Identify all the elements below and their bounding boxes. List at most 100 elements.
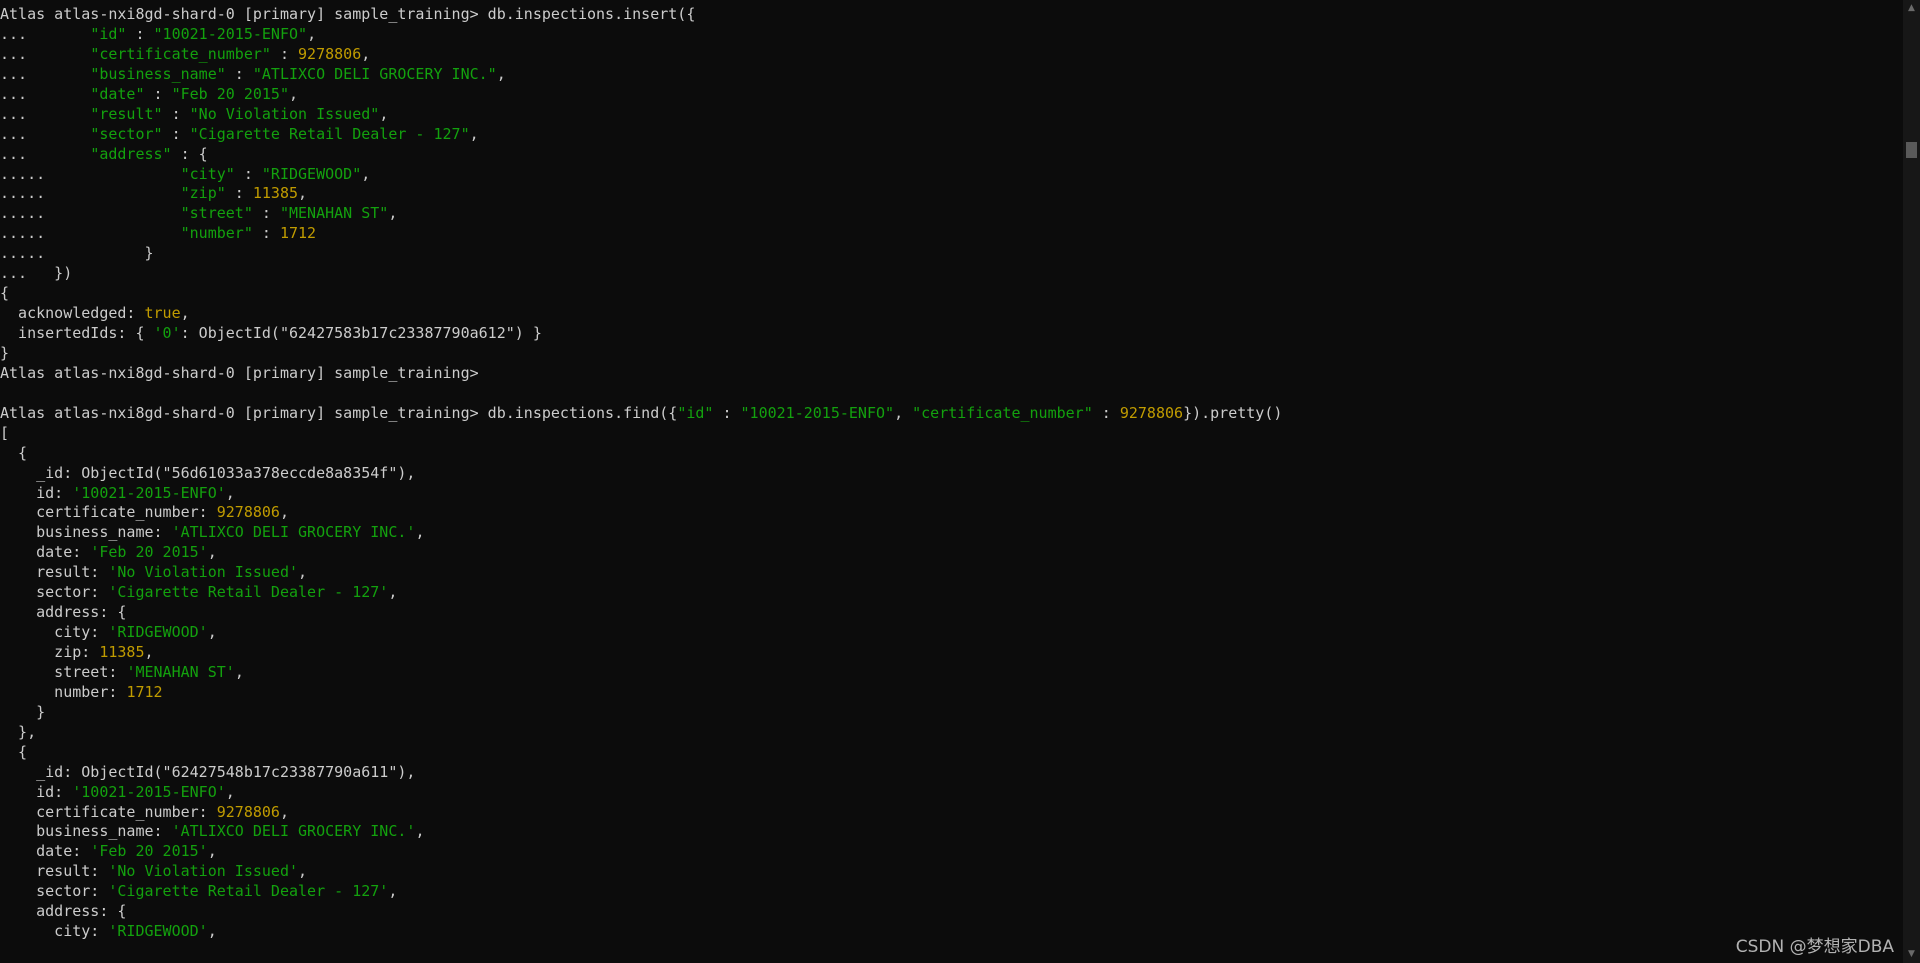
text-token: , bbox=[298, 563, 308, 582]
terminal-line: sector: 'Cigarette Retail Dealer - 127', bbox=[0, 583, 1900, 603]
string-token: "10021-2015-ENFO" bbox=[153, 24, 308, 43]
terminal-line: city: 'RIDGEWOOD', bbox=[0, 922, 1900, 942]
text-token: id: bbox=[0, 782, 73, 801]
text-token: [ bbox=[0, 423, 10, 442]
text-token: ... bbox=[0, 144, 91, 163]
text-token: ... bbox=[0, 104, 91, 123]
vertical-scrollbar[interactable]: ▲ ▼ bbox=[1903, 0, 1920, 963]
text-token: ..... bbox=[0, 164, 181, 183]
text-token: business_name: bbox=[0, 523, 172, 542]
text-token: : bbox=[713, 403, 741, 422]
text-token: : bbox=[144, 84, 172, 103]
text-token: Atlas atlas-nxi8gd-shard-0 [primary] sam… bbox=[0, 363, 479, 382]
string-token: "Feb 20 2015" bbox=[171, 84, 289, 103]
text-token: : bbox=[162, 124, 190, 143]
string-token: 'No Violation Issued' bbox=[108, 563, 299, 582]
text-token: , bbox=[207, 842, 217, 861]
string-token: 'RIDGEWOOD' bbox=[108, 623, 208, 642]
text-token: address: { bbox=[0, 902, 127, 921]
string-token: 'No Violation Issued' bbox=[108, 862, 299, 881]
terminal-line: street: 'MENAHAN ST', bbox=[0, 663, 1900, 683]
terminal-line: address: { bbox=[0, 603, 1900, 623]
scrollbar-thumb[interactable] bbox=[1906, 142, 1917, 158]
terminal-line: ... "address" : { bbox=[0, 145, 1900, 165]
string-token: '10021-2015-ENFO' bbox=[72, 483, 226, 502]
string-token: "business_name" bbox=[90, 64, 226, 83]
scroll-down-arrow-icon[interactable]: ▼ bbox=[1903, 946, 1920, 963]
text-token: certificate_number: bbox=[0, 802, 217, 821]
text-token: , bbox=[388, 882, 398, 901]
text-token: Atlas atlas-nxi8gd-shard-0 [primary] sam… bbox=[0, 5, 696, 23]
terminal-line: ..... "street" : "MENAHAN ST", bbox=[0, 204, 1900, 224]
terminal-output[interactable]: Atlas atlas-nxi8gd-shard-0 [primary] sam… bbox=[0, 5, 1900, 963]
text-token: certificate_number: bbox=[0, 503, 217, 522]
terminal-line: ... "result" : "No Violation Issued", bbox=[0, 105, 1900, 125]
terminal-line: { bbox=[0, 284, 1900, 304]
terminal-line: ... "id" : "10021-2015-ENFO", bbox=[0, 25, 1900, 45]
string-token: "number" bbox=[180, 224, 253, 243]
text-token: zip: bbox=[0, 643, 100, 661]
string-token: 'ATLIXCO DELI GROCERY INC.' bbox=[171, 822, 416, 841]
terminal-line: city: 'RIDGEWOOD', bbox=[0, 623, 1900, 643]
string-token: 'ATLIXCO DELI GROCERY INC.' bbox=[171, 523, 416, 542]
text-token: } bbox=[0, 343, 10, 362]
text-token: , bbox=[496, 64, 506, 83]
text-token: ..... bbox=[0, 204, 181, 223]
text-token: , bbox=[361, 44, 371, 63]
text-token: }, bbox=[0, 722, 37, 741]
string-token: "street" bbox=[180, 204, 253, 223]
string-token: "Cigarette Retail Dealer - 127" bbox=[189, 124, 470, 143]
text-token: : bbox=[162, 104, 190, 123]
string-token: "address" bbox=[90, 144, 172, 163]
terminal-line: } bbox=[0, 344, 1900, 364]
number-token: 9278806 bbox=[298, 44, 362, 63]
text-token: Atlas atlas-nxi8gd-shard-0 [primary] sam… bbox=[0, 403, 678, 422]
text-token: _id: ObjectId("56d61033a378eccde8a8354f"… bbox=[0, 463, 416, 482]
terminal-line: { bbox=[0, 743, 1900, 763]
text-token: street: bbox=[0, 662, 127, 681]
terminal-line: result: 'No Violation Issued', bbox=[0, 563, 1900, 583]
terminal-line: ... "date" : "Feb 20 2015", bbox=[0, 85, 1900, 105]
terminal-line: ..... } bbox=[0, 244, 1900, 264]
number-token: 11385 bbox=[252, 184, 299, 203]
terminal-line: business_name: 'ATLIXCO DELI GROCERY INC… bbox=[0, 523, 1900, 543]
string-token: "ATLIXCO DELI GROCERY INC." bbox=[252, 64, 497, 83]
terminal-line: insertedIds: { '0': ObjectId("62427583b1… bbox=[0, 324, 1900, 344]
text-token: , bbox=[225, 483, 235, 502]
terminal-line: }, bbox=[0, 723, 1900, 743]
text-token: : bbox=[252, 224, 280, 243]
text-token: , bbox=[279, 503, 289, 522]
string-token: "date" bbox=[90, 84, 145, 103]
text-token: , bbox=[388, 204, 398, 223]
number-token: 9278806 bbox=[216, 802, 280, 821]
text-token: } bbox=[0, 702, 46, 721]
number-token: 1712 bbox=[126, 682, 163, 701]
string-token: 'RIDGEWOOD' bbox=[108, 922, 208, 941]
text-token: , bbox=[415, 523, 425, 542]
text-token: , bbox=[180, 304, 190, 323]
string-token: '10021-2015-ENFO' bbox=[72, 782, 226, 801]
text-token: ... bbox=[0, 124, 91, 143]
text-token: , bbox=[279, 802, 289, 821]
string-token: 'Cigarette Retail Dealer - 127' bbox=[108, 882, 389, 901]
text-token: result: bbox=[0, 563, 109, 582]
terminal-line: ... "certificate_number" : 9278806, bbox=[0, 45, 1900, 65]
text-token: ..... bbox=[0, 224, 181, 243]
terminal-line: _id: ObjectId("62427548b17c23387790a611"… bbox=[0, 763, 1900, 783]
text-token: }).pretty() bbox=[1183, 403, 1283, 422]
string-token: "No Violation Issued" bbox=[189, 104, 380, 123]
text-token: , bbox=[298, 862, 308, 881]
text-token: ... bbox=[0, 44, 91, 63]
scroll-up-arrow-icon[interactable]: ▲ bbox=[1903, 0, 1920, 17]
string-token: '0' bbox=[153, 324, 181, 342]
text-token: city: bbox=[0, 922, 109, 941]
text-token: : ObjectId("62427583b17c23387790a612") } bbox=[180, 324, 542, 342]
terminal-line: certificate_number: 9278806, bbox=[0, 503, 1900, 523]
text-token: { bbox=[0, 742, 28, 761]
terminal-line: [ bbox=[0, 424, 1900, 444]
terminal-line: _id: ObjectId("56d61033a378eccde8a8354f"… bbox=[0, 464, 1900, 484]
string-token: "result" bbox=[90, 104, 163, 123]
terminal-line: id: '10021-2015-ENFO', bbox=[0, 783, 1900, 803]
number-token: 9278806 bbox=[1119, 403, 1184, 422]
text-token: ... bbox=[0, 64, 91, 83]
